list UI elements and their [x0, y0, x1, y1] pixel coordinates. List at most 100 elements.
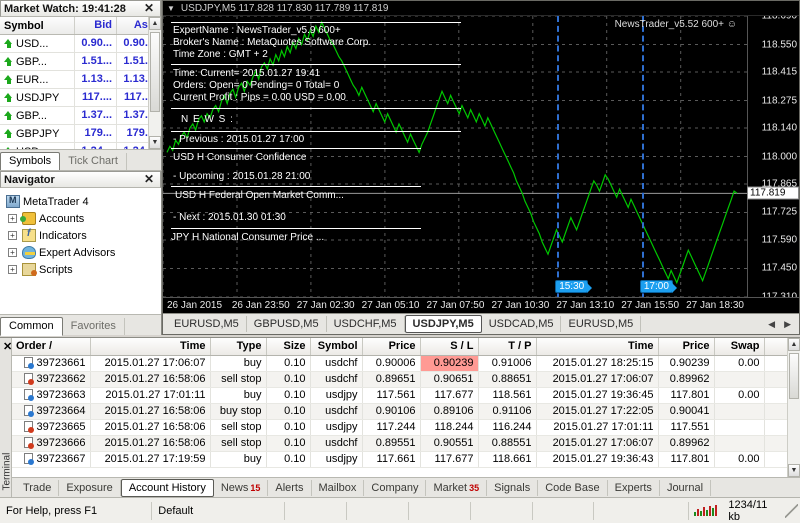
scroll-up-icon[interactable]: ▲	[149, 17, 161, 30]
expand-icon[interactable]: +	[8, 265, 17, 274]
scrollbar-thumb[interactable]	[789, 353, 799, 399]
expand-icon[interactable]: +	[8, 248, 17, 257]
column-header-time[interactable]: Time	[536, 338, 659, 356]
table-row[interactable]: 39723664 2015.01.27 16:58:06 buy stop 0.10 u…	[12, 403, 800, 420]
market-watch-row[interactable]: USDJPY 117.... 117....	[0, 88, 161, 107]
table-row[interactable]: 39723661 2015.01.27 17:06:07 buy 0.10 usdchf…	[12, 355, 800, 372]
chart-tab-eurusd-m5-0[interactable]: EURUSD,M5	[167, 316, 247, 332]
news-time-flag[interactable]: 17:00	[639, 280, 677, 293]
chart-plot-area[interactable]: ExpertName : NewsTrader_v5.9 600+ Broker…	[163, 16, 799, 297]
column-header-bid[interactable]: Bid	[75, 17, 117, 34]
tab-common[interactable]: Common	[0, 317, 63, 336]
account-history-table-wrapper[interactable]: Order / Time Type Size Symbol Price S / LT / P…	[12, 338, 800, 477]
navigator-item-expert-advisors[interactable]: + Expert Advisors	[4, 244, 157, 261]
tab-next-icon[interactable]: ▶	[784, 319, 791, 330]
market-watch-row[interactable]: GBPJPY 179... 179...	[0, 124, 161, 143]
terminal-tab-company[interactable]: Company	[364, 479, 427, 496]
market-watch-scrollbar[interactable]: ▲ ▼	[148, 17, 161, 149]
navigator-item-scripts[interactable]: + Scripts	[4, 261, 157, 278]
terminal-tab-journal[interactable]: Journal	[660, 479, 712, 496]
status-traffic: 1234/11 kb	[728, 498, 768, 523]
column-header-order[interactable]: Order /	[12, 338, 91, 356]
terminal-tab-trade[interactable]: Trade	[16, 479, 60, 496]
column-header-size[interactable]: Size	[266, 338, 311, 356]
market-watch-grid[interactable]: Symbol Bid Ask USD... 0.90... 0.90... GBP..…	[0, 17, 161, 149]
chart-titlebar: ▼ USDJPY,M5 117.828 117.830 117.789 117.…	[163, 1, 799, 16]
cell-close-time: 2015.01.27 17:06:07	[536, 435, 659, 452]
chart-tab-usdjpy-m5-3[interactable]: USDJPY,M5	[404, 315, 482, 333]
column-header-price[interactable]: Price	[658, 338, 715, 356]
navigator-item-accounts[interactable]: + Accounts	[4, 210, 157, 227]
close-icon[interactable]: ✕	[141, 2, 157, 14]
table-row[interactable]: 39723667 2015.01.27 17:19:59 buy 0.10 usdjpy…	[12, 451, 800, 468]
navigator-item-indicators[interactable]: + Indicators	[4, 227, 157, 244]
terminal-tab-code-base[interactable]: Code Base	[538, 479, 608, 496]
table-row[interactable]: 39723666 2015.01.27 16:58:06 sell stop 0.10…	[12, 435, 800, 452]
overlay-time-zone: Time Zone : GMT + 2	[173, 49, 268, 60]
table-row[interactable]: 39723663 2015.01.27 17:01:11 buy 0.10 usdjpy…	[12, 387, 800, 404]
cell-take-profit: 0.91006	[478, 355, 537, 372]
price-axis[interactable]: 118.690 118.550 118.415 118.275 118.140 118.0…	[747, 11, 799, 303]
expand-icon[interactable]: +	[8, 231, 17, 240]
time-axis-label: 27 Jan 02:30	[296, 300, 355, 311]
chart-tab-usdchf-m5-2[interactable]: USDCHF,M5	[327, 316, 405, 332]
tab-symbols[interactable]: Symbols	[0, 152, 61, 171]
column-header-swap[interactable]: Swap	[714, 338, 765, 356]
column-header-price[interactable]: Price	[362, 338, 421, 356]
time-axis-label: 27 Jan 13:10	[556, 300, 615, 311]
market-watch-panel: Market Watch: 19:41:28 ✕ Symbol Bid Ask …	[0, 0, 162, 171]
column-header-tp[interactable]: T / P	[478, 338, 537, 356]
scroll-down-icon[interactable]: ▼	[149, 136, 161, 149]
table-row[interactable]: 39723662 2015.01.27 16:58:06 sell stop 0.10…	[12, 371, 800, 388]
status-profile[interactable]: Default	[151, 501, 284, 520]
time-axis[interactable]: 26 Jan 2015 26 Jan 23:50 27 Jan 02:30 27 Ja…	[163, 297, 799, 312]
scroll-down-icon[interactable]: ▼	[788, 464, 800, 477]
market-watch-row[interactable]: GBP... 1.37... 1.37...	[0, 106, 161, 125]
cell-size: 0.10	[266, 371, 311, 388]
column-header-time[interactable]: Time	[90, 338, 211, 356]
terminal-tab-signals[interactable]: Signals	[487, 479, 539, 496]
terminal-tab-experts[interactable]: Experts	[608, 479, 660, 496]
terminal-tabs: Trade Exposure Account History News 15 Alerts…	[12, 477, 800, 497]
navigator-item-label: Scripts	[39, 263, 73, 276]
terminal-scrollbar[interactable]: ▲ ▼	[787, 338, 800, 477]
column-header-sl[interactable]: S / L	[420, 338, 479, 356]
column-header-type[interactable]: Type	[210, 338, 267, 356]
chart-tab-eurusd-m5-5[interactable]: EURUSD,M5	[561, 316, 642, 332]
chevron-down-icon[interactable]: ▼	[167, 4, 175, 13]
column-header-symbol[interactable]: Symbol	[0, 17, 75, 34]
terminal-tab-news[interactable]: News 15	[214, 479, 269, 496]
resize-grip-icon[interactable]	[784, 503, 798, 518]
terminal-tab-alerts[interactable]: Alerts	[268, 479, 312, 496]
terminal-tab-exposure[interactable]: Exposure	[59, 479, 121, 496]
tab-favorites[interactable]: Favorites	[63, 318, 125, 335]
column-header-symbol[interactable]: Symbol	[310, 338, 363, 356]
terminal-tab-account-history[interactable]: Account History	[120, 478, 214, 497]
table-row[interactable]: 39723665 2015.01.27 16:58:06 sell stop 0.10…	[12, 419, 800, 436]
status-cell-3	[407, 501, 470, 520]
terminal-tab-market[interactable]: Market 35	[426, 479, 488, 496]
scrollbar-thumb[interactable]	[150, 32, 160, 112]
market-watch-row[interactable]: USD... 0.90... 0.90...	[0, 34, 161, 53]
close-icon[interactable]: ✕	[3, 340, 12, 353]
terminal-tab-mailbox[interactable]: Mailbox	[312, 479, 365, 496]
expand-icon[interactable]: +	[8, 214, 17, 223]
navigator-item-label: Indicators	[39, 229, 87, 242]
navigator-root[interactable]: MetaTrader 4	[4, 193, 157, 210]
connection-signal-icon[interactable]	[688, 501, 722, 520]
chart-tab-usdcad-m5-4[interactable]: USDCAD,M5	[482, 316, 562, 332]
tab-tick-chart[interactable]: Tick Chart	[60, 153, 127, 170]
cell-stop-loss: 0.90239	[420, 355, 479, 372]
market-watch-row[interactable]: EUR... 1.13... 1.13...	[0, 70, 161, 89]
scroll-up-icon[interactable]: ▲	[788, 338, 800, 351]
news-time-flag[interactable]: 15:30	[555, 280, 593, 293]
close-icon[interactable]: ✕	[141, 173, 157, 185]
chart-tab-gbpusd-m5-1[interactable]: GBPUSD,M5	[247, 316, 327, 332]
news-time-line[interactable]	[557, 16, 560, 297]
market-watch-row[interactable]: GBP... 1.51... 1.51...	[0, 52, 161, 71]
news-time-line[interactable]	[641, 16, 644, 297]
cell-size: 0.10	[266, 387, 311, 404]
scripts-icon	[22, 263, 37, 276]
status-cell-4	[469, 501, 532, 520]
tab-prev-icon[interactable]: ◀	[768, 319, 775, 330]
